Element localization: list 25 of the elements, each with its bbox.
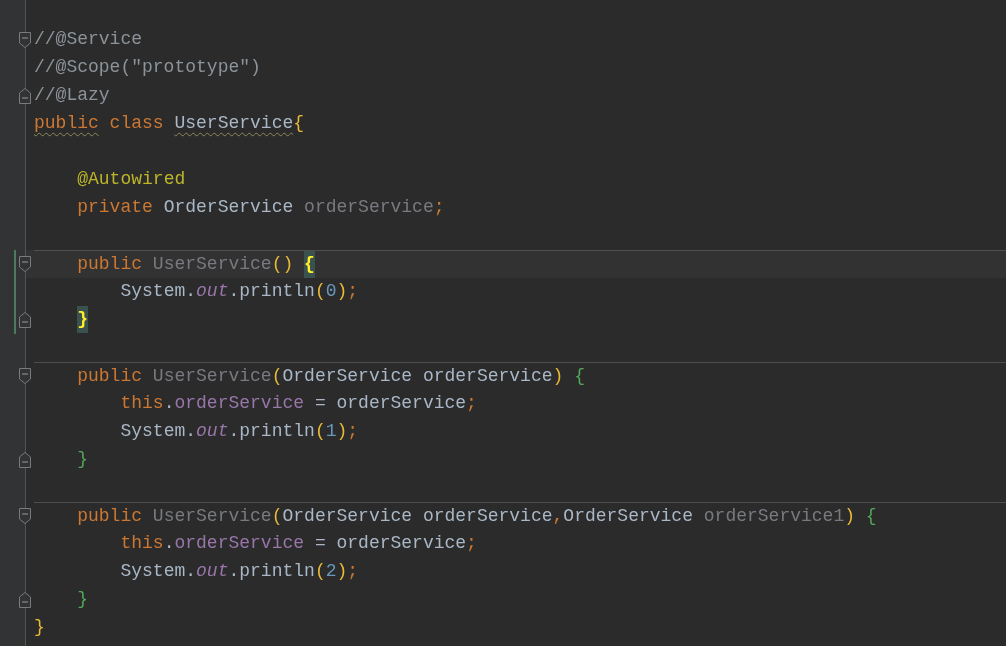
- fold-icon[interactable]: [19, 452, 31, 468]
- fold-icon[interactable]: [19, 88, 31, 104]
- code-line: private OrderService orderService;: [77, 196, 445, 219]
- code-line: public UserService() {: [77, 251, 315, 278]
- fold-icon[interactable]: [19, 256, 31, 272]
- code-line: public UserService(OrderService orderService) {: [77, 365, 585, 388]
- fold-icon[interactable]: [19, 592, 31, 608]
- code-line: public class UserService{: [34, 112, 305, 135]
- code-line: this.orderService = orderService;: [120, 532, 477, 555]
- code-line: //@Lazy: [34, 84, 110, 107]
- fold-icon[interactable]: [19, 32, 31, 48]
- fold-icon[interactable]: [19, 368, 31, 384]
- fold-icon[interactable]: [19, 508, 31, 524]
- code-line: System.out.println(2);: [120, 560, 359, 583]
- fold-icon[interactable]: [19, 312, 31, 328]
- code-line: this.orderService = orderService;: [120, 392, 477, 415]
- code-line: public UserService(OrderService orderService,OrderService orderService1) {: [77, 505, 877, 528]
- code-line: //@Scope("prototype"): [34, 56, 261, 79]
- code-line: }: [77, 588, 89, 611]
- code-line: }: [77, 448, 89, 471]
- code-line: System.out.println(1);: [120, 420, 359, 443]
- code-line: //@Service: [34, 28, 143, 51]
- code-line: @Autowired: [77, 168, 186, 191]
- code-line: System.out.println(0);: [120, 280, 359, 303]
- code-line: }: [34, 616, 45, 639]
